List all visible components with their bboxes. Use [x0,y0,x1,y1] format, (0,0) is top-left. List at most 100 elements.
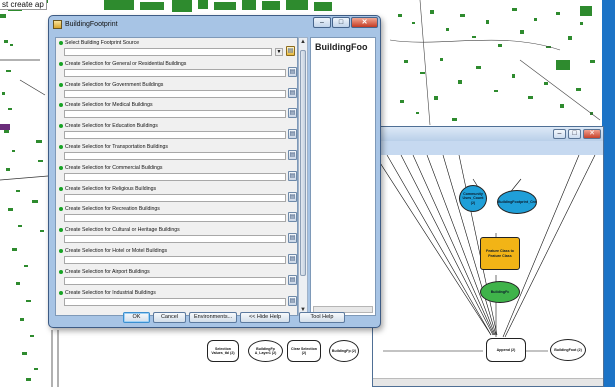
environments-button[interactable]: Environments... [189,312,237,323]
required-dot-icon [59,144,63,149]
param-label: Create Selection for Industrial Building… [65,289,156,296]
required-dot-icon [59,248,63,253]
parameters-scrollbar[interactable]: ▲ ▼ [298,37,308,316]
param-label: Create Selection for Airport Buildings [65,268,150,275]
selection-expression-input[interactable] [64,214,286,223]
sql-builder-icon[interactable]: ▤ [288,295,297,306]
param-row: Create Selection for Commercial Building… [56,163,297,184]
sql-builder-icon[interactable]: ▤ [288,66,297,77]
model-node-n6[interactable]: BuildingFp A_Layer1 (2) [248,340,283,362]
sql-builder-icon[interactable]: ▤ [288,253,297,264]
selection-expression-input[interactable] [64,297,286,306]
param-row: Create Selection for Government Building… [56,80,297,101]
required-dot-icon [59,186,63,191]
param-row: Create Selection for Transportation Buil… [56,142,297,163]
required-dot-icon [59,103,63,108]
param-label: Create Selection for General or Resident… [65,60,187,67]
sql-builder-icon[interactable]: ▤ [288,212,297,223]
close-icon[interactable]: ✕ [583,129,601,139]
tool-icon [53,19,62,29]
param-label: Create Selection for Medical Buildings [65,102,153,109]
param-label: Create Selection for Recreation Building… [65,206,160,213]
model-node-out1[interactable]: BuildingFc [480,281,520,303]
maximize-button[interactable]: □ [332,17,350,28]
dialog-footer: OK Cancel Environments... << Hide Help T… [123,312,345,323]
model-node-n7[interactable]: Clear Selection (2) [287,340,321,362]
selection-expression-input[interactable] [64,235,286,244]
param-row: Create Selection for Industrial Building… [56,288,297,309]
param-label: Select Building Footprint Source [65,40,140,46]
required-dot-icon [59,124,63,129]
required-dot-icon [59,82,63,87]
building-footprint-dialog[interactable]: BuildingFootprint – □ ✕ Select Building … [48,15,381,328]
sql-builder-icon[interactable]: ▤ [288,108,297,119]
selection-expression-input[interactable] [64,151,286,160]
required-dot-icon [59,228,63,233]
param-row: Create Selection for Cultural or Heritag… [56,225,297,246]
model-node-n8[interactable]: BuildingFp (2) [329,340,359,362]
param-label: Create Selection for Transportation Buil… [65,143,168,150]
tool-help-button[interactable]: Tool Help [299,312,345,323]
sql-builder-icon[interactable]: ▤ [288,274,297,285]
help-title: BuildingFoo [315,42,368,52]
param-row: Create Selection for Religious Buildings… [56,184,297,205]
selection-expression-input[interactable] [64,193,286,202]
hide-help-button[interactable]: << Hide Help [240,312,290,323]
sql-builder-icon[interactable]: ▤ [288,149,297,160]
model-node-n9[interactable]: Append (2) [486,338,526,362]
model-node-in1[interactable]: Community Uses_Count (2) [459,185,487,212]
required-dot-icon [59,207,63,212]
sql-builder-icon[interactable]: ▤ [288,191,297,202]
footprint-source-dropdown[interactable] [64,48,272,56]
model-horizontal-scrollbar[interactable] [373,378,603,386]
param-row: Create Selection for Hotel or Motel Buil… [56,246,297,267]
required-dot-icon [59,269,63,274]
required-dot-icon [59,41,63,45]
scroll-thumb[interactable] [300,50,306,276]
param-label: Create Selection for Government Building… [65,81,164,88]
minimize-icon[interactable]: – [553,129,566,139]
param-row: Create Selection for Recreation Building… [56,204,297,225]
help-panel: BuildingFoo [310,37,376,316]
param-label: Create Selection for Cultural or Heritag… [65,227,180,234]
scroll-up-icon[interactable]: ▲ [299,38,307,47]
maximize-icon[interactable]: □ [568,129,581,139]
param-label: Create Selection for Religious Buildings [65,185,157,192]
param-row: Create Selection for General or Resident… [56,59,297,80]
param-label: Create Selection for Commercial Building… [65,164,163,171]
required-dot-icon [59,165,63,170]
selection-expression-input[interactable] [64,89,286,98]
parameters-panel: Select Building Footprint Source ▼ ▤ Cre… [55,37,298,316]
selection-expression-input[interactable] [64,276,286,285]
param-label: Create Selection for Education Buildings [65,123,158,130]
ok-button[interactable]: OK [123,312,150,323]
selection-expression-input[interactable] [64,131,286,140]
param-row: Create Selection for Education Buildings… [56,121,297,142]
selection-expression-input[interactable] [64,110,286,119]
selection-expression-input[interactable] [64,68,286,77]
close-button[interactable]: ✕ [351,17,378,28]
sql-builder-icon[interactable]: ▤ [288,233,297,244]
selection-expression-input[interactable] [64,255,286,264]
chevron-down-icon[interactable]: ▼ [275,48,283,56]
model-node-n10[interactable]: BuildingFoot (2) [550,339,586,361]
model-node-n5[interactable]: Selection Values_tbl (2) [207,340,239,362]
dialog-title: BuildingFootprint [65,20,118,28]
selection-expression-input[interactable] [64,172,286,181]
param-row: Create Selection for Airport Buildings ▤ [56,267,297,288]
sql-builder-icon[interactable]: ▤ [288,87,297,98]
param-row: Create Selection for Medical Buildings ▤ [56,100,297,121]
cancel-button[interactable]: Cancel [153,312,186,323]
browse-folder-button[interactable]: ▤ [286,46,295,56]
required-dot-icon [59,61,63,66]
param-label: Create Selection for Hotel or Motel Buil… [65,247,168,254]
model-node-tool1[interactable]: Feature Class to Feature Class [480,237,520,270]
param-footprint-source: Select Building Footprint Source ▼ ▤ [56,38,297,59]
required-dot-icon [59,290,63,295]
model-node-in2[interactable]: BuildingFootprint_Cnt [497,190,537,214]
sql-builder-icon[interactable]: ▤ [288,170,297,181]
minimize-button[interactable]: – [313,17,331,28]
sql-builder-icon[interactable]: ▤ [288,129,297,140]
model-builder-titlebar[interactable]: – □ ✕ [373,127,603,141]
note-text: st create ap [0,0,47,10]
